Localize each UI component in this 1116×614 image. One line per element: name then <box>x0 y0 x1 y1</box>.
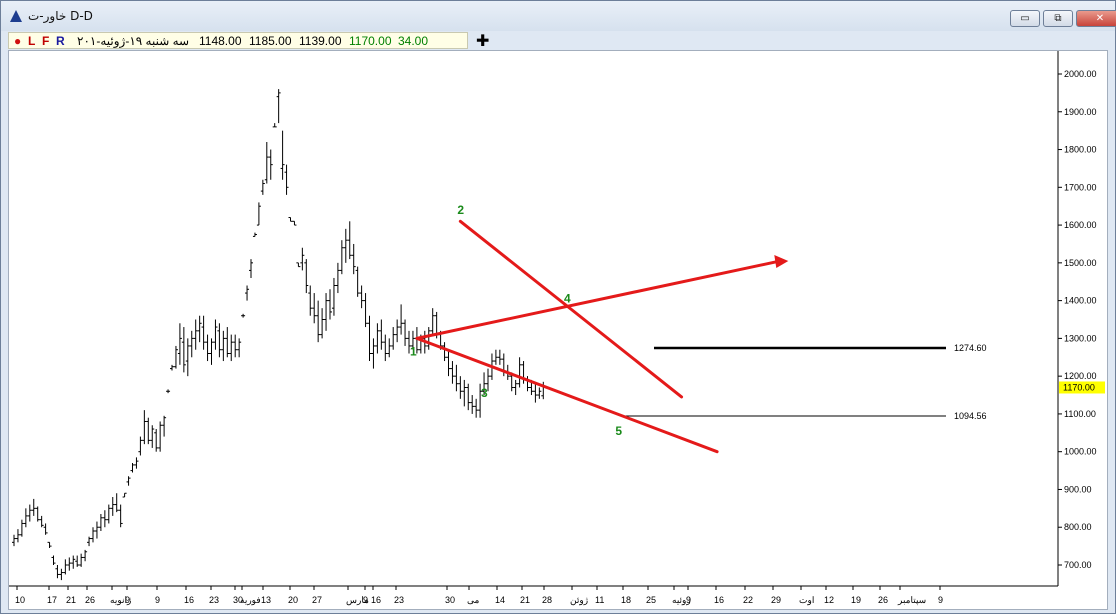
wave-label: 4 <box>564 292 571 306</box>
x-tick-label: 28 <box>542 595 552 605</box>
wave-label: 5 <box>615 424 622 438</box>
x-tick-label: 9 <box>686 595 691 605</box>
x-tick-label: 17 <box>47 595 57 605</box>
r-toggle[interactable]: R <box>56 34 65 48</box>
status-dot-icon: ● <box>14 34 22 48</box>
y-tick-label: 1800.00 <box>1064 145 1097 155</box>
x-tick-label: 16 <box>184 595 194 605</box>
y-tick-label: 1100.00 <box>1064 409 1096 419</box>
close-icon: ✕ <box>1095 13 1105 24</box>
restore-icon: ⧉ <box>1054 13 1062 24</box>
lower-channel-line <box>415 336 719 454</box>
x-tick-label: اوت <box>799 595 814 606</box>
bar-date: سه شنبه ۱۹-ژوئیه-۲۰۱ <box>77 34 190 48</box>
high-value: 1185.00 <box>249 34 292 48</box>
title-bar[interactable]: خاور-ت D-D ▭ ⧉ ✕ <box>1 1 1116 31</box>
resistance-level-label: 1274.60 <box>954 343 987 353</box>
x-tick-label: 12 <box>824 595 834 605</box>
price-info-bar: ● L F R سه شنبه ۱۹-ژوئیه-۲۰۱ 1148.00 118… <box>8 32 468 49</box>
x-tick-label: 25 <box>646 595 656 605</box>
x-tick-label: 19 <box>851 595 861 605</box>
x-tick-label: 18 <box>621 595 631 605</box>
f-toggle[interactable]: F <box>42 34 49 48</box>
upper-wedge-line <box>458 219 684 399</box>
line-chart-toggle[interactable]: L <box>28 34 35 48</box>
x-tick-label: 21 <box>520 595 530 605</box>
x-tick-label: 26 <box>878 595 888 605</box>
x-tick-label: 26 <box>85 595 95 605</box>
y-tick-label: 1700.00 <box>1064 182 1097 192</box>
restore-button[interactable]: ⧉ <box>1043 10 1073 27</box>
y-tick-label: 800.00 <box>1064 522 1092 532</box>
x-tick-label: 29 <box>771 595 781 605</box>
x-tick-label: 14 <box>495 595 505 605</box>
x-tick-label: 13 <box>261 595 271 605</box>
y-tick-label: 1500.00 <box>1064 258 1097 268</box>
close-button[interactable]: ✕ <box>1076 10 1116 27</box>
y-tick-label: 1300.00 <box>1064 333 1097 343</box>
x-tick-label: 20 <box>288 595 298 605</box>
x-tick-label: 21 <box>66 595 76 605</box>
y-tick-label: 2000.00 <box>1064 69 1097 79</box>
chart-area[interactable]: 700.00 800.00 900.00 1000.00 1100.00 1200.00 1… <box>8 50 1108 610</box>
wave-label: 2 <box>457 203 464 217</box>
x-tick-label: سپتامبر <box>897 595 926 606</box>
y-tick-label: 1900.00 <box>1064 107 1097 117</box>
x-tick-label: 9 <box>938 595 943 605</box>
x-tick-label: 27 <box>312 595 322 605</box>
x-tick-label: 23 <box>394 595 404 605</box>
x-tick-label: ژانویه <box>110 595 131 606</box>
wave-label: 1 <box>410 345 417 359</box>
x-tick-label: 16 <box>714 595 724 605</box>
change-value: 34.00 <box>398 34 429 48</box>
minimize-button[interactable]: ▭ <box>1010 10 1040 27</box>
y-tick-label: 1600.00 <box>1064 220 1097 230</box>
x-tick-label: ژوئن <box>570 595 588 606</box>
x-tick-label: 16 <box>371 595 381 605</box>
chart-window: خاور-ت D-D ▭ ⧉ ✕ ● L F R سه شنبه ۱۹-ژوئی… <box>0 0 1116 614</box>
y-tick-label: 700.00 <box>1064 560 1092 570</box>
y-tick-label: 900.00 <box>1064 484 1092 494</box>
close-value: 1170.00 <box>349 34 392 48</box>
arrowhead-icon <box>774 254 789 268</box>
y-tick-label: 1200.00 <box>1064 371 1097 381</box>
y-tick-label: 1000.00 <box>1064 447 1097 457</box>
x-tick-label: 9 <box>155 595 160 605</box>
trend-arrow-line <box>415 259 782 340</box>
support-level-label: 1094.56 <box>954 411 987 421</box>
minimize-icon: ▭ <box>1020 13 1030 24</box>
x-tick-label: 10 <box>15 595 25 605</box>
price-chart: 700.00800.00900.001000.001100.001200.001… <box>9 51 1105 606</box>
low-value: 1139.00 <box>299 34 342 48</box>
x-tick-label: 23 <box>209 595 219 605</box>
x-tick-label: می <box>467 595 480 605</box>
app-logo-icon <box>10 10 22 22</box>
open-value: 1148.00 <box>199 34 242 48</box>
y-tick-label: 1400.00 <box>1064 296 1097 306</box>
x-tick-label: 30 <box>445 595 455 605</box>
window-title: خاور-ت D-D <box>28 9 93 23</box>
crosshair-plus-icon[interactable]: ✚ <box>476 31 489 50</box>
x-tick-label: 22 <box>743 595 753 605</box>
x-tick-label: 9 <box>363 595 368 605</box>
x-tick-label: فوریه <box>240 595 261 606</box>
last-price-label: 1170.00 <box>1063 382 1095 392</box>
wave-label: 3 <box>481 386 488 400</box>
x-tick-label: 11 <box>595 595 604 605</box>
